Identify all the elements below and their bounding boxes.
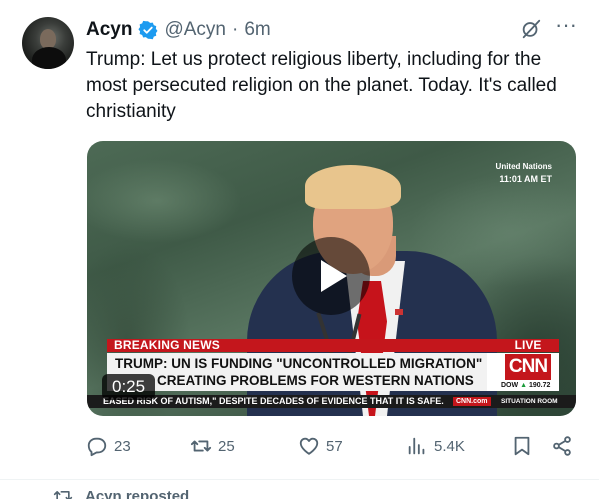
location-time: 11:01 AM ET bbox=[499, 174, 552, 184]
verified-badge-icon bbox=[138, 20, 158, 40]
dow-label: DOW bbox=[501, 382, 519, 389]
share-icon bbox=[553, 436, 571, 456]
video-duration: 0:25 bbox=[102, 374, 156, 400]
grok-icon[interactable] bbox=[520, 18, 542, 40]
display-name[interactable]: Acyn bbox=[86, 19, 132, 41]
tweet-divider bbox=[0, 479, 599, 480]
share-button[interactable] bbox=[551, 430, 573, 462]
cnn-com-badge: CNN.com bbox=[453, 397, 491, 406]
dow-ticker: DOW ▲ 190.72 bbox=[501, 381, 550, 390]
view-count: 5.4K bbox=[434, 437, 465, 455]
reply-count: 23 bbox=[114, 437, 131, 455]
video-player[interactable]: United Nations 11:01 AM ET BREAKING NEWS… bbox=[87, 141, 576, 416]
like-icon bbox=[299, 437, 319, 455]
location-name: United Nations bbox=[495, 162, 552, 171]
chyron-line-2: CREATING PROBLEMS FOR WESTERN NATIONS bbox=[157, 373, 474, 388]
timestamp[interactable]: 6m bbox=[244, 19, 270, 41]
repost-button[interactable]: 25 bbox=[190, 430, 235, 462]
tweet-text: Trump: Let us protect religious liberty,… bbox=[86, 49, 557, 122]
separator: · bbox=[232, 19, 239, 40]
views-icon bbox=[408, 437, 425, 455]
repost-icon bbox=[53, 491, 73, 499]
location-label: United Nations 11:01 AM ET bbox=[496, 161, 552, 185]
like-count: 57 bbox=[326, 437, 343, 455]
repost-count: 25 bbox=[218, 437, 235, 455]
play-icon bbox=[321, 260, 347, 292]
speaker-hair bbox=[305, 165, 401, 209]
avatar[interactable] bbox=[22, 17, 74, 69]
avatar-face bbox=[40, 29, 56, 49]
bookmark-button[interactable] bbox=[511, 430, 533, 462]
tweet-actions: 23 25 57 5.4K bbox=[86, 430, 581, 462]
more-icon[interactable]: ··· bbox=[555, 14, 577, 40]
tweet-header: Acyn @Acyn · 6m bbox=[86, 16, 271, 44]
cnn-logo: CNN bbox=[505, 354, 551, 380]
views-button[interactable]: 5.4K bbox=[406, 430, 465, 462]
dow-up-arrow: ▲ bbox=[520, 382, 527, 389]
like-button[interactable]: 57 bbox=[298, 430, 343, 462]
reply-button[interactable]: 23 bbox=[86, 430, 131, 462]
handle[interactable]: @Acyn bbox=[164, 19, 226, 41]
reposted-indicator[interactable]: Acyn reposted bbox=[53, 486, 189, 499]
repost-icon bbox=[190, 440, 212, 452]
reposted-label: Acyn reposted bbox=[85, 487, 190, 499]
show-name: SITUATION ROOM bbox=[501, 398, 558, 405]
chyron-line-1: TRUMP: UN IS FUNDING "UNCONTROLLED MIGRA… bbox=[115, 356, 483, 371]
dow-value: 190.72 bbox=[528, 382, 551, 389]
live-badge: LIVE bbox=[497, 339, 559, 352]
flag-pin bbox=[395, 309, 403, 315]
reply-icon bbox=[87, 437, 107, 457]
tweet[interactable]: Acyn @Acyn · 6m ··· Trump: Let us protec… bbox=[0, 0, 599, 480]
breaking-news-label: BREAKING NEWS bbox=[114, 338, 220, 352]
avatar-body bbox=[32, 47, 66, 69]
bookmark-icon bbox=[514, 436, 530, 456]
